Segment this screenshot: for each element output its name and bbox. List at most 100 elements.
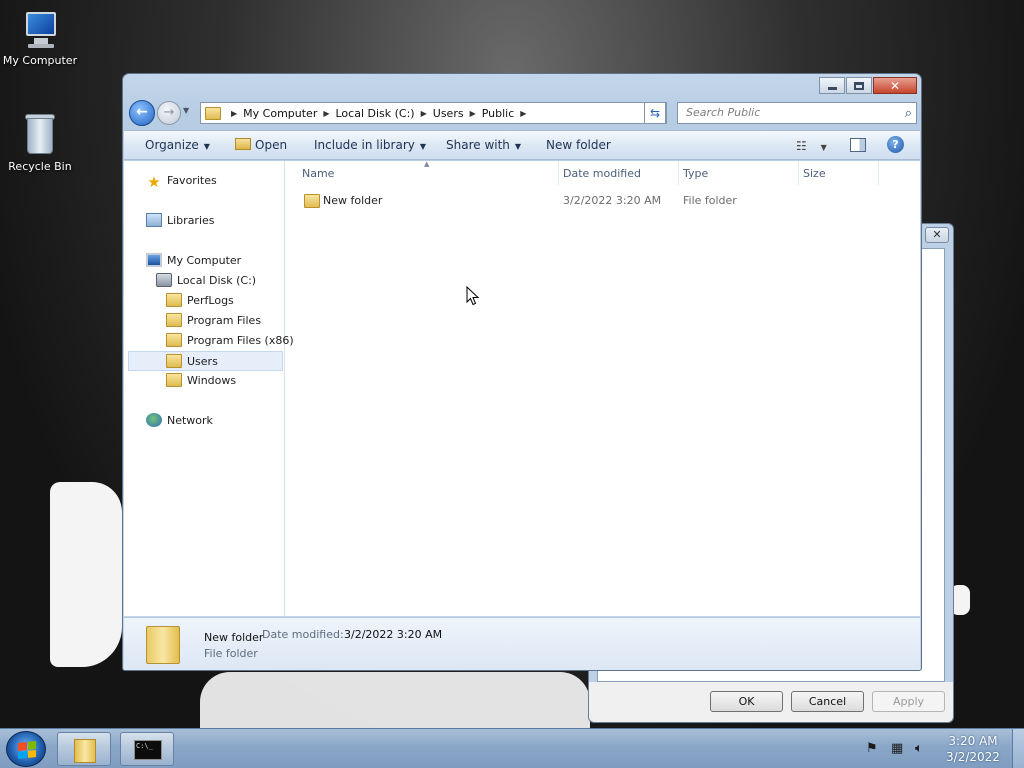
folder-icon: [146, 626, 180, 664]
nav-item-libraries[interactable]: Libraries: [146, 211, 215, 231]
breadcrumb-separator[interactable]: ▶: [231, 109, 237, 118]
taskbar-cmd-button[interactable]: C:\_: [120, 732, 174, 766]
back-button[interactable]: ←: [129, 100, 155, 126]
file-list: ▲ Name Date modified Type Size New folde…: [286, 160, 920, 616]
column-divider[interactable]: [878, 161, 879, 185]
nav-label: Users: [187, 355, 218, 368]
column-header-type[interactable]: Type: [683, 167, 708, 180]
command-bar: Organize ▼ Open Include in library ▼ Share…: [124, 130, 920, 160]
folder-icon: [166, 313, 182, 327]
volume-icon[interactable]: 🔈︎: [915, 741, 923, 756]
explorer-content: ★ Favorites Libraries My Computer Local D…: [124, 160, 920, 616]
include-in-library-menu[interactable]: Include in library ▼: [314, 138, 426, 152]
system-clock[interactable]: 3:20 AM 3/2/2022: [936, 733, 1010, 765]
folder-icon: [205, 106, 221, 120]
nav-item-favorites[interactable]: ★ Favorites: [146, 171, 216, 191]
wallpaper-shape: [50, 482, 122, 667]
breadcrumb-users[interactable]: Users: [433, 107, 464, 120]
back-arrow-icon: ←: [136, 104, 148, 120]
desktop-icon-my-computer[interactable]: My Computer: [0, 10, 80, 67]
details-name: New folder: [204, 631, 264, 644]
file-date-modified: 3/2/2022 3:20 AM: [563, 194, 662, 207]
folder-icon: [74, 739, 96, 763]
desktop-icon-label: My Computer: [2, 54, 78, 67]
desktop-icon-recycle-bin[interactable]: Recycle Bin: [0, 112, 80, 173]
refresh-button[interactable]: ⇆: [644, 102, 666, 124]
column-divider[interactable]: [558, 161, 559, 185]
mouse-cursor-icon: [466, 286, 480, 306]
organize-menu[interactable]: Organize ▼: [145, 138, 210, 152]
nav-item-network[interactable]: Network: [146, 411, 213, 431]
preview-pane-icon[interactable]: [850, 138, 866, 152]
new-folder-button[interactable]: New folder: [546, 138, 611, 152]
breadcrumb-separator[interactable]: ▶: [421, 109, 427, 118]
navigation-pane: ★ Favorites Libraries My Computer Local D…: [124, 161, 294, 616]
recent-pages-dropdown[interactable]: ▼: [183, 106, 189, 115]
folder-icon: [166, 373, 182, 387]
network-tray-icon[interactable]: ▦: [891, 741, 903, 756]
details-pane: New folder File folder Date modified: 3/…: [124, 617, 920, 670]
maximize-button[interactable]: [846, 77, 872, 94]
clock-date: 3/2/2022: [946, 750, 1000, 764]
column-header-size[interactable]: Size: [803, 167, 826, 180]
file-row[interactable]: New folder 3/2/2022 3:20 AM File folder: [286, 191, 886, 211]
nav-label: PerfLogs: [187, 294, 234, 307]
share-with-menu[interactable]: Share with ▼: [446, 138, 521, 152]
forward-arrow-icon: →: [163, 105, 175, 120]
change-view-icon[interactable]: ☷ ▼: [796, 139, 827, 153]
ok-button[interactable]: OK: [710, 691, 783, 712]
nav-item-my-computer[interactable]: My Computer: [146, 251, 241, 271]
search-input[interactable]: Search Public ⌕: [677, 102, 917, 124]
sort-ascending-icon: ▲: [424, 160, 430, 168]
open-button[interactable]: Open: [235, 138, 287, 152]
breadcrumb-separator[interactable]: ▶: [520, 109, 526, 118]
nav-item-users[interactable]: Users: [128, 351, 283, 371]
action-center-flag-icon[interactable]: ⚑: [866, 741, 878, 756]
address-bar[interactable]: ▶ My Computer ▶ Local Disk (C:) ▶ Users …: [200, 102, 667, 124]
nav-label: Local Disk (C:): [177, 274, 257, 287]
chevron-down-icon: ▼: [419, 142, 427, 151]
breadcrumb-local-disk[interactable]: Local Disk (C:): [336, 107, 415, 120]
library-icon: [146, 213, 162, 227]
organize-label: Organize: [145, 138, 199, 152]
minimize-button[interactable]: [819, 77, 845, 94]
column-divider[interactable]: [678, 161, 679, 185]
breadcrumb-public[interactable]: Public: [482, 107, 515, 120]
breadcrumb-separator[interactable]: ▶: [470, 109, 476, 118]
close-icon: ✕: [889, 78, 901, 93]
nav-item-windows[interactable]: Windows: [166, 371, 236, 391]
network-icon: [146, 413, 162, 427]
nav-label: Program Files (x86): [187, 334, 294, 347]
hard-disk-icon: [156, 273, 172, 287]
command-prompt-icon: C:\_: [134, 740, 162, 760]
taskbar-explorer-button[interactable]: [57, 732, 111, 766]
star-icon: ★: [147, 173, 161, 191]
computer-icon: [20, 10, 60, 50]
nav-label: My Computer: [167, 254, 242, 267]
apply-button[interactable]: Apply: [872, 691, 945, 712]
cancel-button[interactable]: Cancel: [791, 691, 864, 712]
help-icon[interactable]: ?: [887, 136, 904, 153]
nav-item-program-files-x86[interactable]: Program Files (x86): [166, 331, 294, 351]
forward-button[interactable]: →: [157, 101, 181, 125]
breadcrumb-my-computer[interactable]: My Computer: [243, 107, 317, 120]
nav-item-program-files[interactable]: Program Files: [166, 311, 261, 331]
column-divider[interactable]: [798, 161, 799, 185]
nav-item-local-disk[interactable]: Local Disk (C:): [156, 271, 256, 291]
nav-label: Windows: [187, 374, 237, 387]
column-header-name[interactable]: Name: [302, 167, 334, 180]
chevron-down-icon: ▼: [514, 142, 522, 151]
close-icon[interactable]: ✕: [925, 227, 949, 243]
dialog-footer: OK Cancel Apply: [589, 682, 953, 722]
close-button[interactable]: ✕: [873, 77, 917, 94]
taskbar: C:\_ ⚑ ▦ 🔈︎ 3:20 AM 3/2/2022: [0, 728, 1024, 768]
file-name[interactable]: New folder: [323, 194, 382, 207]
nav-label: Network: [167, 414, 213, 427]
column-header-date-modified[interactable]: Date modified: [563, 167, 641, 180]
search-icon[interactable]: ⌕: [905, 104, 912, 124]
recycle-bin-icon: [23, 112, 57, 156]
breadcrumb-separator[interactable]: ▶: [323, 109, 329, 118]
nav-item-perflogs[interactable]: PerfLogs: [166, 291, 234, 311]
start-button[interactable]: [6, 731, 46, 767]
show-desktop-button[interactable]: [1012, 729, 1024, 768]
